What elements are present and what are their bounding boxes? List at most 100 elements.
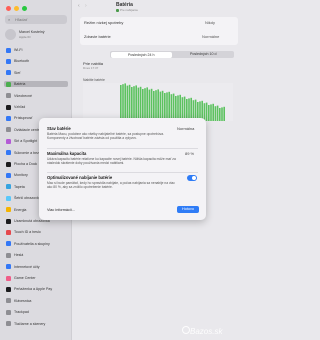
sidebar-item-label: Wi-Fi — [14, 48, 23, 52]
sidebar-item-icon — [6, 241, 11, 247]
chart-bar — [146, 87, 148, 121]
sidebar-item-icon — [6, 115, 11, 121]
sidebar-item[interactable]: Všeobecné — [4, 93, 68, 99]
chart-bar — [131, 87, 133, 121]
sidebar-item[interactable]: Heslá — [4, 252, 68, 258]
sidebar-item-icon — [6, 275, 11, 281]
sidebar-item-icon — [6, 252, 11, 258]
sidebar-item-label: Touch ID a heslo — [14, 230, 41, 235]
sidebar-item-icon — [6, 138, 11, 144]
optimized-charging-toggle[interactable] — [187, 175, 197, 181]
more-info-button[interactable]: Viac informácií... — [47, 208, 75, 212]
watermark: Bazos.sk — [190, 327, 223, 336]
sidebar-item-icon — [6, 172, 11, 178]
chart-bar — [137, 87, 140, 121]
chart-heading: Nabitie batérie — [83, 78, 105, 82]
forward-icon[interactable]: › — [85, 3, 87, 9]
close-window-button[interactable] — [6, 6, 11, 11]
done-button[interactable]: Hotovo — [177, 206, 199, 213]
sidebar-item-icon — [6, 47, 11, 53]
sidebar-item-label: Peňaženka a Apple Pay — [14, 287, 53, 292]
chart-bar — [159, 91, 162, 121]
chart-bar — [144, 88, 146, 121]
sidebar-item-icon — [6, 309, 11, 315]
sidebar-item-label: Bluetooth — [14, 59, 30, 64]
toolbar: ‹ › Batéria Pre nabíjania — [72, 0, 245, 14]
zoom-window-button[interactable] — [22, 6, 27, 11]
time-range-segmented[interactable]: Posledných 24 h Posledných 10 d — [110, 51, 234, 58]
avatar — [5, 29, 16, 40]
account-item[interactable]: Marcel Kostelný Apple ID — [5, 29, 67, 43]
state-value: Normálna — [177, 126, 195, 131]
sidebar-item[interactable]: Sieť — [4, 70, 68, 76]
low-power-label: Režim nízkej spotreby — [84, 20, 124, 25]
sidebar-item-icon — [6, 104, 11, 110]
sidebar-item-icon — [6, 264, 11, 270]
sidebar-item[interactable]: Trackpad — [4, 309, 68, 315]
divider — [47, 148, 198, 149]
sidebar-item[interactable]: Touch ID a heslo — [4, 229, 68, 235]
sidebar-item-icon — [6, 195, 11, 201]
chart-bar — [139, 86, 142, 121]
chart-sub: Dnes 17:37 — [83, 66, 99, 70]
sidebar-item-label: Všeobecné — [14, 93, 32, 98]
chart-bar — [219, 108, 221, 121]
sidebar-item-label: Monitory — [14, 173, 28, 178]
chart-bar — [128, 84, 131, 121]
chart-bar — [161, 90, 164, 121]
sidebar-item[interactable]: Bluetooth — [4, 58, 68, 64]
sidebar-item[interactable]: Tlačiarne a skenery — [4, 321, 68, 327]
state-description: Batéria Macu, podobne ako všetky nabíjat… — [47, 132, 164, 141]
sidebar-item[interactable]: Internetové účty — [4, 264, 68, 270]
capacity-description: Udáva kapacitu batérie relatívne ku kapa… — [47, 157, 176, 166]
chart-bar — [153, 91, 155, 121]
divider — [47, 172, 198, 173]
mode-tag-label: Pre nabíjania — [120, 8, 138, 12]
sidebar-item[interactable]: Peňaženka a Apple Pay — [4, 286, 68, 292]
sidebar-item[interactable]: Používatelia a skupiny — [4, 241, 68, 247]
tab-10d[interactable]: Posledných 10 d — [173, 51, 235, 58]
window-controls — [6, 6, 27, 11]
sidebar-item[interactable]: Game Center — [4, 275, 68, 281]
sidebar-item[interactable]: Batéria — [4, 81, 68, 88]
sidebar-item-label: Prístupnosť — [14, 116, 33, 121]
chart-bar — [157, 89, 159, 121]
tab-24h[interactable]: Posledných 24 h — [110, 51, 172, 58]
chart-bar — [148, 89, 151, 121]
capacity-title: Maximálna kapacita — [47, 151, 87, 156]
sidebar-item-label: Energia — [14, 207, 27, 212]
health-label: Zdravie batérie — [84, 34, 111, 39]
sidebar-item-icon — [6, 70, 11, 76]
chart-bar — [216, 105, 219, 121]
chart-bar — [122, 84, 124, 121]
minimize-window-button[interactable] — [14, 6, 19, 11]
chart-bar — [223, 106, 225, 121]
sidebar-item-icon — [6, 58, 11, 64]
search-input[interactable]: ⌕ Hľadať — [5, 15, 67, 24]
chart-bar — [150, 88, 153, 121]
chart-bar — [164, 93, 166, 121]
health-value: Normálne — [202, 34, 220, 39]
account-name: Marcel Kostelný — [19, 30, 45, 34]
back-icon[interactable]: ‹ — [78, 3, 80, 9]
sidebar-item-label: Game Center — [14, 276, 36, 280]
sidebar-item-icon — [6, 93, 11, 99]
sidebar-item-label: Batéria — [14, 82, 26, 87]
sidebar-item[interactable]: Wi-Fi — [4, 47, 68, 53]
chart-bar — [208, 105, 210, 121]
account-sub: Apple ID — [19, 35, 31, 39]
sidebar-item[interactable]: Vzhľad — [4, 104, 68, 110]
search-icon: ⌕ — [8, 17, 11, 22]
chart-bar — [126, 85, 129, 121]
watermark-logo-icon — [182, 326, 190, 334]
settings-panel: Režim nízkej spotreby Nikdy Zdravie baté… — [80, 17, 238, 45]
sidebar-item-label: Tlačiarne a skenery — [14, 321, 46, 326]
low-power-select[interactable]: Nikdy — [205, 20, 215, 25]
sidebar-item[interactable]: Klávesnica — [4, 298, 68, 304]
sidebar-item-label: Plocha a Dock — [14, 162, 38, 166]
capacity-value: 89 % — [185, 151, 195, 156]
chart-bar — [120, 85, 122, 121]
sidebar-item-icon — [6, 81, 11, 87]
sidebar-item-icon — [6, 150, 11, 156]
chart-bar — [168, 91, 170, 121]
